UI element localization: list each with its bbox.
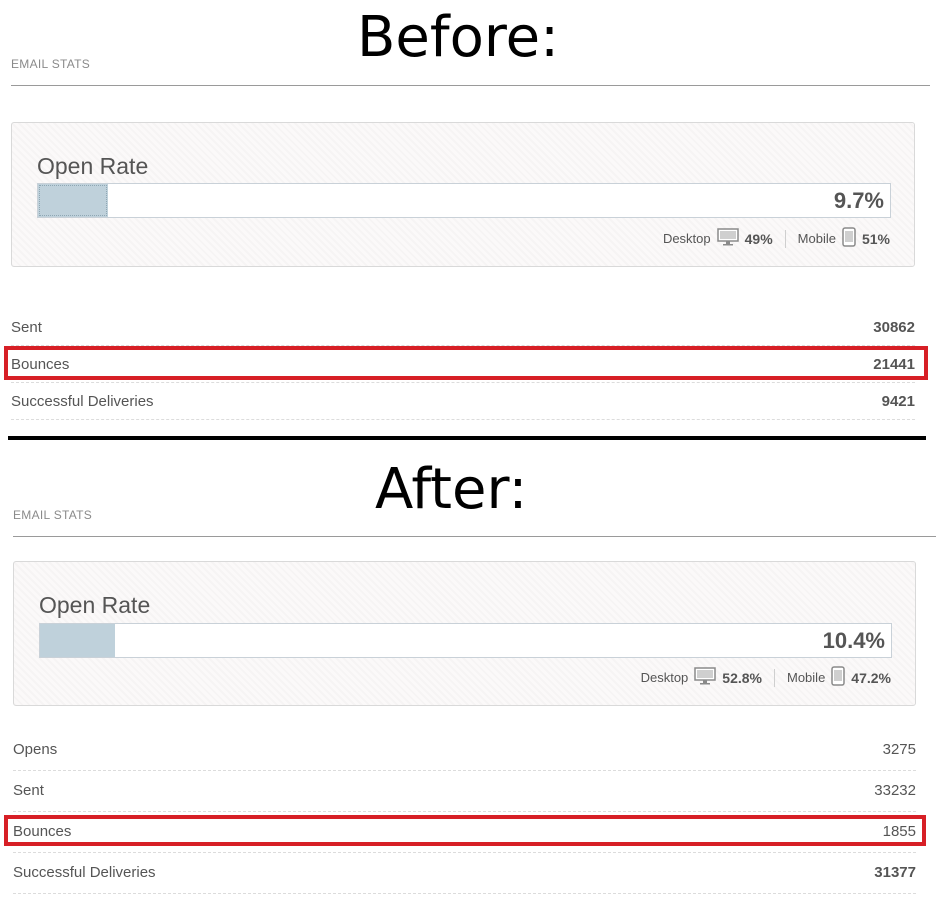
stat-row-sent: Sent 30862 xyxy=(11,310,915,346)
desktop-monitor-icon xyxy=(694,667,717,688)
stat-label: Successful Deliveries xyxy=(11,393,154,410)
mobile-value: 47.2% xyxy=(851,669,891,686)
email-stats-label: EMAIL STATS xyxy=(13,508,93,522)
bounces-highlight-box xyxy=(4,346,928,380)
mobile-phone-icon xyxy=(842,227,856,250)
device-separator xyxy=(774,668,775,687)
open-rate-bar-fill xyxy=(40,624,116,657)
stat-label: Successful Deliveries xyxy=(13,864,156,881)
desktop-label: Desktop xyxy=(662,231,711,246)
open-rate-bar: 10.4% xyxy=(39,623,892,658)
stat-row-sent: Sent 33232 xyxy=(13,773,916,812)
device-breakdown: Desktop 52.8% Mobile 47.2% xyxy=(641,666,891,689)
stat-value: 33232 xyxy=(874,782,916,799)
open-rate-value: 10.4% xyxy=(822,628,885,653)
mobile-phone-icon xyxy=(831,666,846,689)
stat-value: 31377 xyxy=(874,864,916,881)
stat-row-successful-deliveries: Successful Deliveries 31377 xyxy=(13,855,916,894)
open-rate-bar-fill xyxy=(38,184,109,217)
before-after-divider xyxy=(8,436,926,440)
stat-value: 3275 xyxy=(882,741,916,758)
desktop-monitor-icon xyxy=(716,228,739,249)
open-rate-title: Open Rate xyxy=(39,592,151,618)
before-heading: Before: xyxy=(357,5,559,70)
section-rule xyxy=(11,85,930,86)
open-rate-card: Open Rate 9.7% Desktop 49% Mobile 51% xyxy=(11,122,915,267)
open-rate-card: Open Rate 10.4% Desktop 52.8% Mobile 47.… xyxy=(13,561,916,706)
open-rate-title: Open Rate xyxy=(37,153,149,179)
desktop-value: 49% xyxy=(744,230,773,247)
device-breakdown: Desktop 49% Mobile 51% xyxy=(663,227,890,250)
mobile-label: Mobile xyxy=(797,231,836,246)
mobile-value: 51% xyxy=(861,230,890,247)
after-heading: After: xyxy=(375,457,528,522)
open-rate-bar: 9.7% xyxy=(37,183,891,218)
email-stats-label: EMAIL STATS xyxy=(11,57,91,71)
desktop-label: Desktop xyxy=(640,670,689,685)
stat-row-opens: Opens 3275 xyxy=(13,732,916,771)
stat-label: Sent xyxy=(11,319,42,336)
mobile-label: Mobile xyxy=(787,670,826,685)
stat-label: Opens xyxy=(13,741,58,758)
stat-value: 9421 xyxy=(881,393,915,410)
desktop-value: 52.8% xyxy=(722,669,762,686)
stat-row-successful-deliveries: Successful Deliveries 9421 xyxy=(11,384,915,420)
stat-value: 30862 xyxy=(873,319,915,336)
bounces-highlight-box xyxy=(4,815,926,846)
device-separator xyxy=(784,229,786,248)
stat-label: Sent xyxy=(13,782,44,799)
open-rate-value: 9.7% xyxy=(833,188,884,213)
section-rule xyxy=(13,536,936,537)
